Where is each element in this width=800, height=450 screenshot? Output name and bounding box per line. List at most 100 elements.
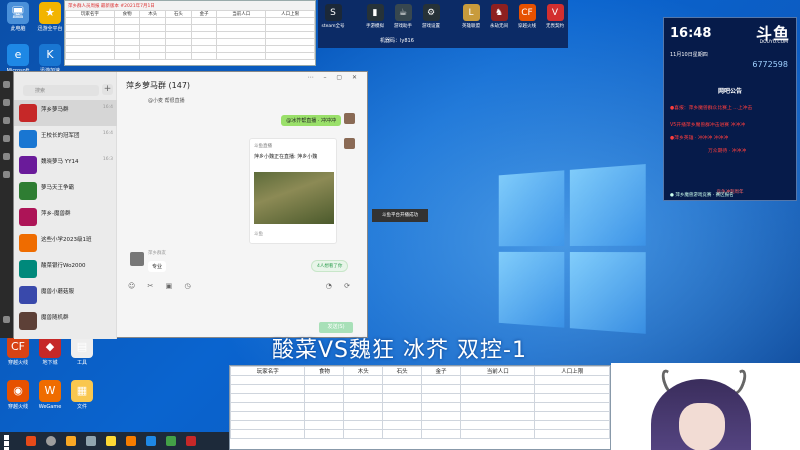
column-header[interactable]: 木头 bbox=[140, 11, 166, 18]
conversation-item[interactable]: 这些小学2023级1班 bbox=[14, 230, 117, 256]
table-cell[interactable] bbox=[305, 403, 344, 412]
avatar[interactable] bbox=[3, 81, 10, 88]
table-cell[interactable] bbox=[422, 376, 461, 385]
conversation-item[interactable]: 魔兽小蘑菇服 bbox=[14, 282, 117, 308]
excel-window-large[interactable]: 玩家名字 食物 木头 石头 金子 当前人口 人口上限 bbox=[229, 365, 611, 450]
launcher-icon[interactable]: ♞ 永劫无间 bbox=[484, 4, 514, 29]
table-cell[interactable] bbox=[344, 412, 383, 421]
search-icon[interactable] bbox=[46, 436, 56, 446]
table-cell[interactable] bbox=[231, 394, 305, 403]
desktop-icon[interactable]: ▦ 文件 bbox=[65, 380, 99, 410]
input-toolbar[interactable]: ☺ ✂ ▣ ◷ bbox=[128, 282, 196, 290]
excel-small-table[interactable]: 玩家名字 食物 木头 石头 金子 当前人口 人口上限 bbox=[65, 10, 315, 60]
desktop-icon[interactable]: CF 穿越火线 bbox=[1, 336, 35, 366]
input-toolbar-right[interactable]: ◔ ⟳ bbox=[326, 282, 355, 290]
conversation-item[interactable]: 萍乡-魔兽群 bbox=[14, 204, 117, 230]
chat-nav-icon[interactable] bbox=[3, 99, 10, 106]
table-cell[interactable] bbox=[305, 421, 344, 430]
table-cell[interactable] bbox=[535, 376, 610, 385]
launcher-icon[interactable]: L 英雄联盟 bbox=[456, 4, 486, 29]
table-cell[interactable] bbox=[535, 403, 610, 412]
column-header[interactable]: 当前人口 bbox=[217, 11, 266, 18]
table-cell[interactable] bbox=[231, 421, 305, 430]
taskbar-app-icon[interactable] bbox=[86, 436, 96, 446]
add-button[interactable]: + bbox=[102, 84, 113, 95]
table-cell[interactable] bbox=[305, 430, 344, 439]
menu-nav-icon[interactable] bbox=[3, 316, 10, 323]
app-nav-icon[interactable] bbox=[3, 171, 10, 178]
table-cell[interactable] bbox=[383, 412, 422, 421]
conversation-item[interactable]: 萝马天王争霸 bbox=[14, 178, 117, 204]
table-cell[interactable] bbox=[231, 403, 305, 412]
desktop-icon[interactable]: K迅游加速 bbox=[33, 44, 67, 74]
table-cell[interactable] bbox=[460, 385, 534, 394]
table-cell[interactable] bbox=[422, 385, 461, 394]
column-header[interactable]: 金子 bbox=[191, 11, 217, 18]
conversation-item[interactable]: 萍乡萝马群 16:4 bbox=[14, 100, 117, 126]
launcher-icon[interactable]: Ssteam全号 bbox=[318, 4, 348, 29]
table-cell[interactable] bbox=[305, 394, 344, 403]
table-cell[interactable] bbox=[305, 412, 344, 421]
member-message-bubble[interactable]: 专业 bbox=[148, 261, 166, 272]
table-cell[interactable] bbox=[383, 385, 422, 394]
table-cell[interactable] bbox=[460, 376, 534, 385]
launcher-icon[interactable]: CF 穿越火线 bbox=[512, 4, 542, 29]
table-cell[interactable] bbox=[231, 430, 305, 439]
desktop-icon[interactable]: ◉ 穿越火线 bbox=[1, 380, 35, 410]
star-nav-icon[interactable] bbox=[3, 135, 10, 142]
column-header[interactable]: 食物 bbox=[114, 11, 140, 18]
launcher-icon[interactable]: ☕ 游戏助手 bbox=[388, 4, 418, 29]
table-cell[interactable] bbox=[231, 412, 305, 421]
unread-pill[interactable]: 4人想看了你 bbox=[311, 260, 348, 272]
column-header[interactable]: 人口上限 bbox=[266, 11, 315, 18]
table-cell[interactable] bbox=[422, 394, 461, 403]
launcher-icon[interactable]: ▮ 手游模拟 bbox=[360, 4, 390, 29]
table-cell[interactable] bbox=[383, 376, 422, 385]
column-header[interactable]: 当前人口 bbox=[460, 367, 534, 376]
column-header[interactable]: 石头 bbox=[383, 367, 422, 376]
taskbar-app-icon[interactable] bbox=[126, 436, 136, 446]
column-header[interactable]: 石头 bbox=[166, 11, 192, 18]
table-cell[interactable] bbox=[460, 394, 534, 403]
taskbar-app-icon[interactable] bbox=[26, 436, 36, 446]
taskbar-app-icon[interactable] bbox=[186, 436, 196, 446]
table-cell[interactable] bbox=[344, 430, 383, 439]
table-cell[interactable] bbox=[344, 376, 383, 385]
table-cell[interactable] bbox=[460, 430, 534, 439]
column-header[interactable]: 食物 bbox=[305, 367, 344, 376]
launcher-icon[interactable]: ⚙ 游戏设置 bbox=[416, 4, 446, 29]
launcher-icon[interactable]: V 无畏契约 bbox=[540, 4, 570, 29]
table-cell[interactable] bbox=[231, 385, 305, 394]
desktop-icon[interactable]: ◆ 地下城 bbox=[33, 336, 67, 366]
table-cell[interactable] bbox=[535, 385, 610, 394]
taskbar-app-icon[interactable] bbox=[146, 436, 156, 446]
column-header[interactable]: 玩家名字 bbox=[66, 11, 115, 18]
excel-window-small[interactable]: 萍乡群人员周报 最新版本 #2021年7月1日 玩家名字 食物 木头 石头 金子 当前人口… bbox=[64, 0, 316, 66]
conversation-item[interactable]: 魏晓萝马 YY14 16:3 bbox=[14, 152, 117, 178]
desktop-icon[interactable]: W WeGame bbox=[33, 380, 67, 410]
table-cell[interactable] bbox=[305, 376, 344, 385]
wechat-icon[interactable] bbox=[166, 436, 176, 446]
table-cell[interactable] bbox=[535, 412, 610, 421]
table-cell[interactable] bbox=[344, 394, 383, 403]
table-cell[interactable] bbox=[305, 385, 344, 394]
folder-nav-icon[interactable] bbox=[3, 153, 10, 160]
table-cell[interactable] bbox=[383, 430, 422, 439]
conversation-item[interactable]: 魔兽随机群 bbox=[14, 308, 117, 334]
conversation-item[interactable]: 王校长的冠军团 16:4 bbox=[14, 126, 117, 152]
conversation-item[interactable]: 酸菜银行Wo2000 bbox=[14, 256, 117, 282]
member-avatar[interactable] bbox=[130, 252, 144, 266]
desktop-icon[interactable]: 🖥 此电脑 bbox=[1, 2, 35, 32]
my-avatar[interactable] bbox=[344, 113, 355, 124]
table-cell[interactable] bbox=[535, 430, 610, 439]
column-header[interactable]: 人口上限 bbox=[535, 367, 610, 376]
table-cell[interactable] bbox=[422, 421, 461, 430]
desktop-icon[interactable]: ▤ 工具 bbox=[65, 336, 99, 366]
my-message-bubble[interactable]: @冰芥帮直播 · 冲冲冲 bbox=[281, 115, 341, 126]
table-cell[interactable] bbox=[460, 403, 534, 412]
column-header[interactable]: 金子 bbox=[422, 367, 461, 376]
table-cell[interactable] bbox=[231, 376, 305, 385]
contacts-nav-icon[interactable] bbox=[3, 117, 10, 124]
table-cell[interactable] bbox=[383, 403, 422, 412]
column-header[interactable]: 玩家名字 bbox=[231, 367, 305, 376]
